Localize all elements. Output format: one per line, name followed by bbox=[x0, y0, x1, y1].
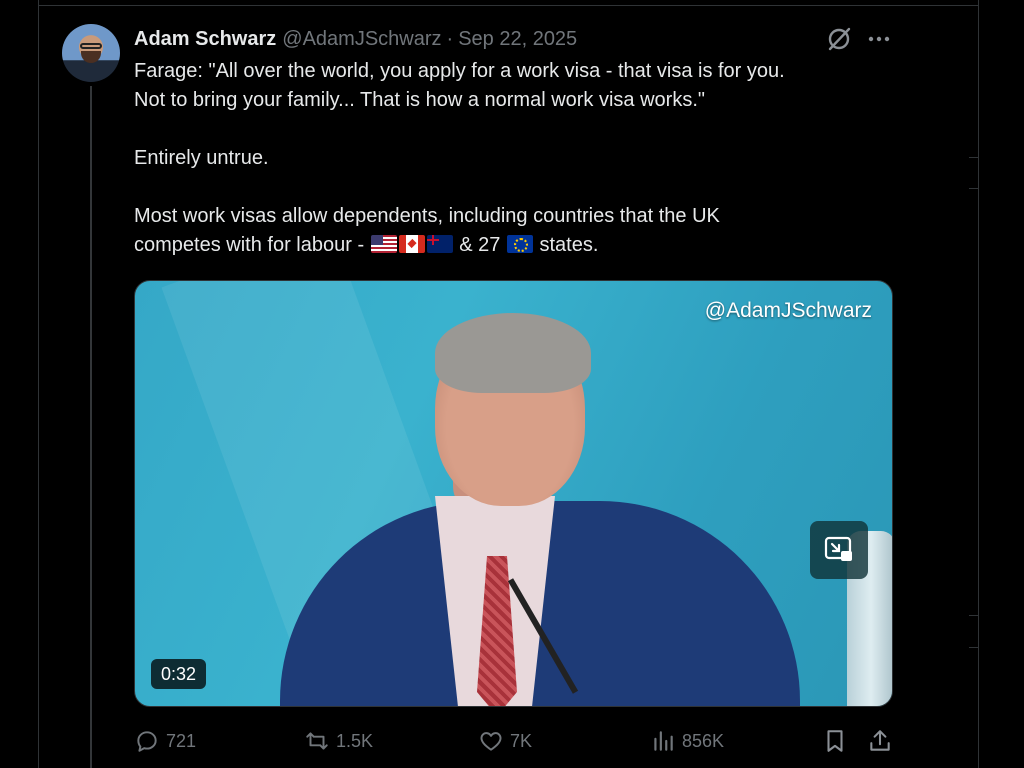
author-handle[interactable]: @AdamJSchwarz bbox=[282, 28, 441, 51]
tweet-text-line: Farage: "All over the world, you apply f… bbox=[134, 60, 785, 82]
views-button[interactable]: 856K bbox=[650, 726, 724, 756]
grok-icon[interactable] bbox=[826, 26, 852, 52]
tweet-text: Farage: "All over the world, you apply f… bbox=[134, 57, 894, 260]
video-watermark: @AdamJSchwarz bbox=[704, 299, 872, 322]
avatar-glasses bbox=[80, 43, 102, 49]
tweet-text-line: Entirely untrue. bbox=[134, 147, 269, 169]
tweet-text-line: Not to bring your family... That is how … bbox=[134, 89, 705, 111]
picture-in-picture-button[interactable] bbox=[810, 521, 868, 579]
divider-notch bbox=[969, 647, 979, 648]
picture-in-picture-icon bbox=[824, 536, 852, 561]
share-button[interactable] bbox=[867, 726, 893, 756]
column-border-left bbox=[38, 0, 39, 768]
reply-count: 721 bbox=[166, 730, 197, 751]
tweet-date[interactable]: Sep 22, 2025 bbox=[458, 28, 577, 51]
heart-icon bbox=[480, 732, 502, 751]
column-border-right bbox=[978, 0, 979, 768]
top-divider bbox=[38, 5, 979, 6]
author-name[interactable]: Adam Schwarz bbox=[134, 28, 276, 51]
avatar-beard bbox=[81, 51, 101, 63]
bookmark-icon bbox=[827, 730, 843, 752]
tweet-text-line: competes with for labour - & 27 states. bbox=[134, 234, 599, 256]
tweet-header: Adam Schwarz @AdamJSchwarz · Sep 22, 202… bbox=[134, 27, 577, 51]
thread-line bbox=[90, 86, 92, 768]
bookmark-button[interactable] bbox=[822, 726, 848, 756]
views-icon bbox=[654, 731, 673, 751]
separator-dot: · bbox=[446, 27, 454, 50]
video-duration: 0:32 bbox=[151, 659, 207, 689]
tweet-actions: 721 1.5K 7K 856K bbox=[134, 726, 894, 756]
video-player[interactable]: @AdamJSchwarz 0:32 bbox=[134, 280, 893, 707]
retweet-icon bbox=[306, 732, 328, 750]
tweet-text-line: Most work visas allow dependents, includ… bbox=[134, 205, 720, 227]
us-flag-icon bbox=[370, 235, 397, 253]
repost-button[interactable]: 1.5K bbox=[304, 726, 373, 756]
repost-count: 1.5K bbox=[336, 730, 374, 751]
more-icon[interactable] bbox=[866, 28, 892, 50]
reply-icon bbox=[137, 731, 157, 752]
avatar[interactable] bbox=[62, 24, 120, 82]
divider-notch bbox=[969, 615, 979, 616]
share-icon bbox=[870, 730, 890, 751]
video-figure-hair bbox=[435, 313, 591, 393]
like-button[interactable]: 7K bbox=[478, 726, 532, 756]
australia-flag-icon bbox=[426, 235, 453, 253]
reply-button[interactable]: 721 bbox=[134, 726, 196, 756]
canada-flag-icon bbox=[398, 235, 425, 253]
views-count: 856K bbox=[682, 730, 725, 751]
divider-notch bbox=[969, 157, 979, 158]
like-count: 7K bbox=[510, 730, 533, 751]
eu-flag-icon bbox=[506, 235, 533, 253]
divider-notch bbox=[969, 188, 979, 189]
